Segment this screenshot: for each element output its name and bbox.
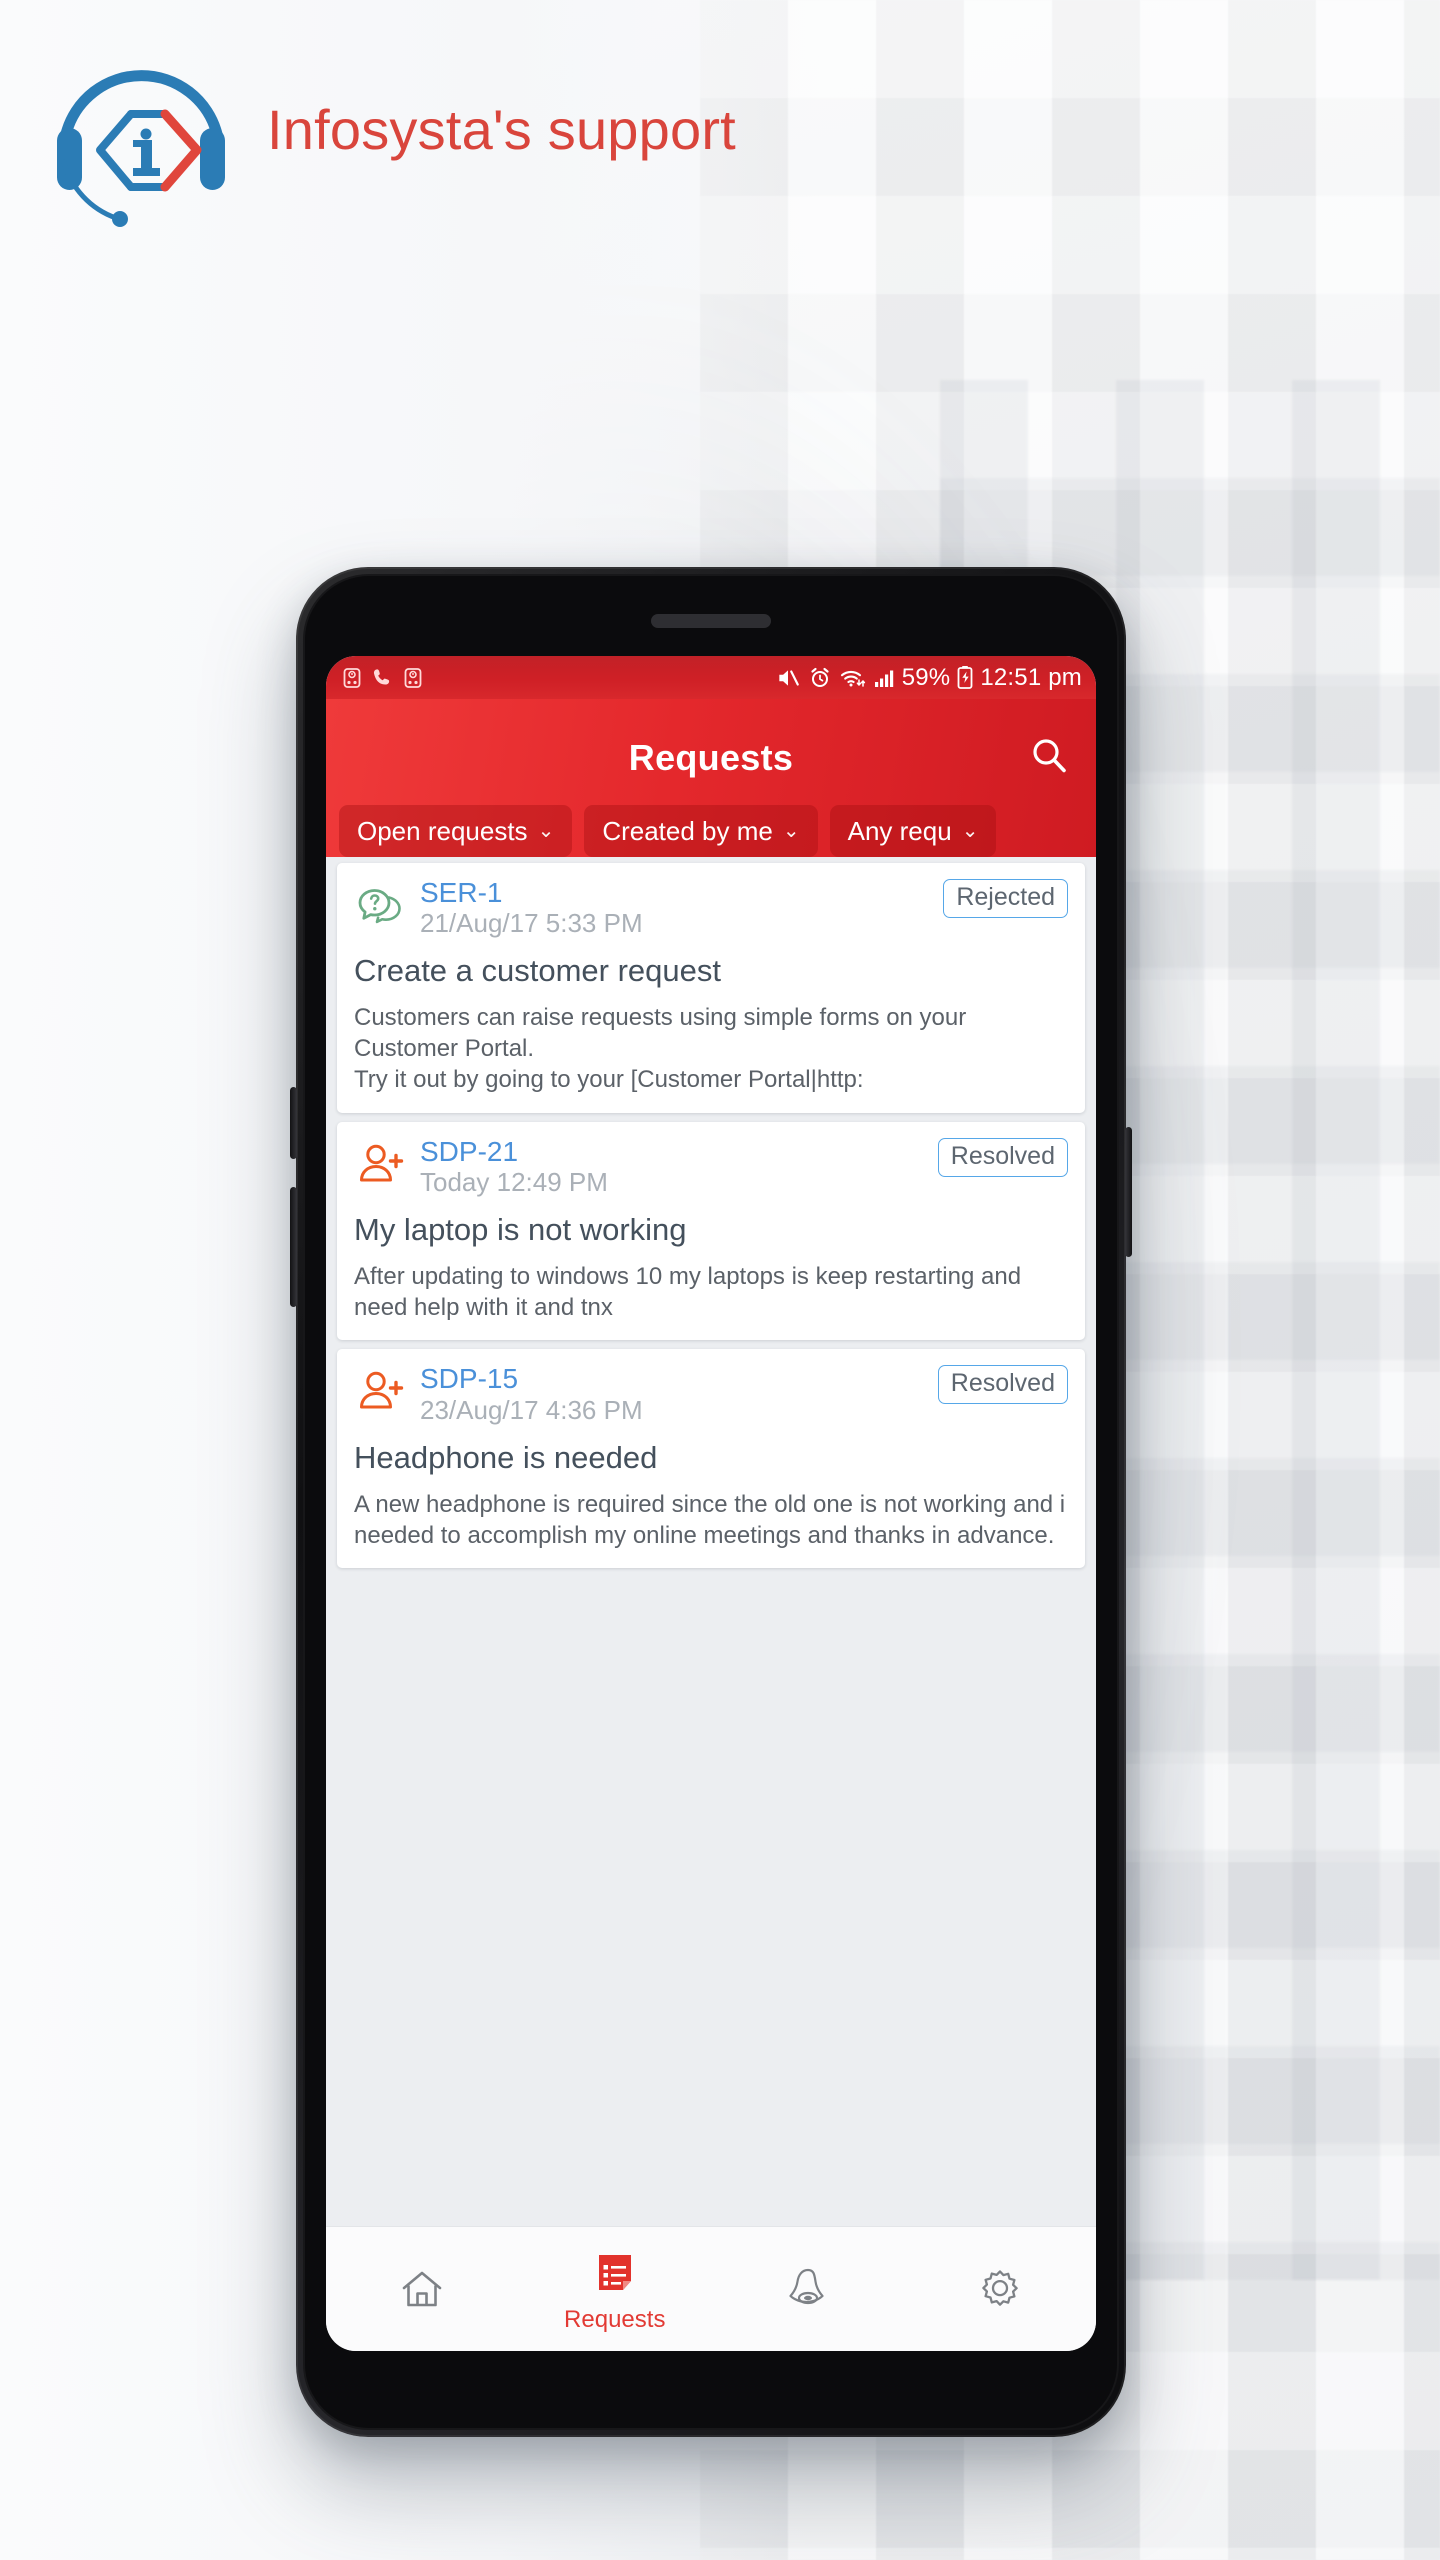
power-button[interactable]	[1125, 1127, 1132, 1257]
app-bar: Requests Open requests ⌄ Created by me ⌄…	[326, 699, 1096, 857]
request-meta: SER-1 21/Aug/17 5:33 PM	[420, 877, 643, 939]
settings-gear-icon	[974, 2261, 1026, 2317]
battery-percent-label: 59%	[901, 663, 951, 691]
phone-speaker-grille	[651, 614, 771, 628]
phone-device-frame: 59% 12:51 pm Requests Open requests ⌄ Cr…	[290, 567, 1132, 2437]
request-date: 23/Aug/17 4:36 PM	[420, 1394, 643, 1425]
request-card-header: SDP-21 Today 12:49 PM Resolved	[354, 1136, 1068, 1198]
chevron-down-icon: ⌄	[782, 820, 800, 842]
request-date: 21/Aug/17 5:33 PM	[420, 908, 643, 939]
chevron-down-icon: ⌄	[961, 820, 979, 842]
status-badge: Resolved	[937, 1137, 1068, 1177]
nav-item-home[interactable]	[326, 2227, 519, 2351]
phone-screen: 59% 12:51 pm Requests Open requests ⌄ Cr…	[326, 656, 1096, 2351]
search-button[interactable]	[1024, 733, 1074, 783]
list-item[interactable]: SER-1 21/Aug/17 5:33 PM Rejected Create …	[337, 863, 1085, 1113]
request-body: A new headphone is required since the ol…	[354, 1490, 1066, 1549]
mute-icon	[775, 665, 801, 691]
app-bar-row: Requests	[326, 721, 1096, 795]
status-bar-left-icons	[340, 666, 425, 690]
alarm-clock-icon	[340, 666, 364, 690]
nav-item-requests-label: Requests	[564, 2305, 666, 2333]
phone-call-icon	[371, 666, 394, 689]
filter-chip-reporter-label: Created by me	[602, 815, 773, 846]
nav-item-requests[interactable]: Requests	[519, 2227, 712, 2351]
request-title: Create a customer request	[354, 953, 722, 989]
volume-up-button[interactable]	[290, 1087, 297, 1159]
notification-bell-icon	[781, 2261, 833, 2317]
list-item[interactable]: SDP-21 Today 12:49 PM Resolved My laptop…	[337, 1121, 1085, 1341]
request-body: Customers can raise requests using simpl…	[354, 1004, 967, 1093]
nav-item-notifications[interactable]	[711, 2227, 904, 2351]
request-key[interactable]: SDP-15	[420, 1363, 643, 1394]
brand-title: Infosysta's support	[267, 98, 736, 161]
filter-chip-row[interactable]: Open requests ⌄ Created by me ⌄ Any requ…	[326, 795, 1096, 857]
status-bar-right-icons: 59% 12:51 pm	[775, 664, 1082, 692]
brand-logo: Infosysta's support	[34, 22, 736, 237]
request-card-header: SDP-15 23/Aug/17 4:36 PM Resolved	[354, 1363, 1068, 1425]
list-item[interactable]: SDP-15 23/Aug/17 4:36 PM Resolved Headph…	[337, 1349, 1085, 1569]
request-card-header: SER-1 21/Aug/17 5:33 PM Rejected	[354, 877, 1068, 939]
status-badge: Resolved	[937, 1365, 1068, 1405]
bottom-navigation-bar: Requests	[326, 2226, 1096, 2351]
page-root: Infosysta's support 59% 12:51 pm Request…	[0, 0, 1440, 2560]
filter-chip-reporter[interactable]: Created by me ⌄	[584, 805, 818, 857]
headset-info-logo-icon	[34, 22, 249, 237]
requests-list-icon	[592, 2245, 638, 2301]
wifi-icon	[839, 666, 866, 690]
signal-bars-icon	[873, 667, 895, 689]
filter-chip-type[interactable]: Any requ ⌄	[829, 805, 997, 857]
alarm-icon	[808, 666, 832, 690]
status-badge: Rejected	[943, 879, 1068, 918]
request-date: Today 12:49 PM	[420, 1166, 608, 1197]
battery-charging-icon	[957, 665, 973, 690]
person-add-icon	[354, 1138, 410, 1194]
person-add-icon	[354, 1365, 410, 1421]
filter-chip-status[interactable]: Open requests ⌄	[339, 805, 573, 857]
filter-chip-type-label: Any requ	[847, 815, 952, 846]
request-meta: SDP-15 23/Aug/17 4:36 PM	[420, 1363, 643, 1425]
request-key[interactable]: SER-1	[420, 877, 643, 908]
nav-item-settings[interactable]	[904, 2227, 1097, 2351]
request-meta: SDP-21 Today 12:49 PM	[420, 1136, 608, 1198]
chat-question-icon	[354, 879, 410, 935]
clock-label: 12:51 pm	[980, 663, 1082, 691]
search-icon	[1028, 735, 1070, 782]
status-bar: 59% 12:51 pm	[326, 656, 1096, 699]
request-title: My laptop is not working	[354, 1211, 687, 1247]
filter-chip-status-label: Open requests	[357, 815, 528, 846]
request-key[interactable]: SDP-21	[420, 1136, 608, 1167]
request-list[interactable]: SER-1 21/Aug/17 5:33 PM Rejected Create …	[326, 857, 1096, 2226]
alarm-clock-icon	[401, 666, 425, 690]
home-icon	[397, 2261, 447, 2317]
request-title: Headphone is needed	[354, 1439, 658, 1475]
volume-down-button[interactable]	[290, 1187, 297, 1307]
chevron-down-icon: ⌄	[537, 820, 555, 842]
page-title: Requests	[628, 737, 794, 778]
request-body: After updating to windows 10 my laptops …	[354, 1263, 1022, 1321]
